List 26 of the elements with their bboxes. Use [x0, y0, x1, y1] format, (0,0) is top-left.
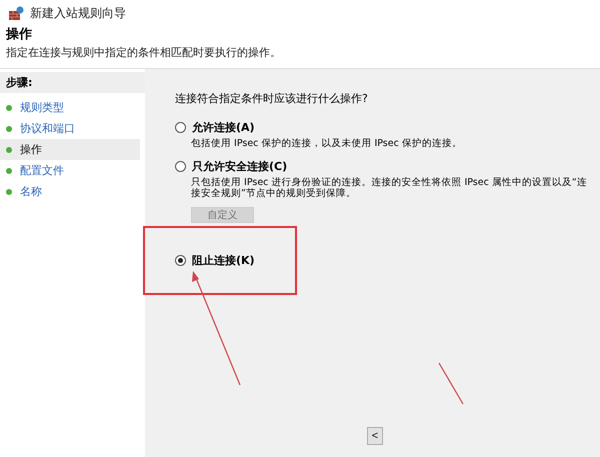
option-description: 只包括使用 IPsec 进行身份验证的连接。连接的安全性将依照 IPsec 属性中的设置以及“连接安全规则”节点中的规则受到保障。 [191, 177, 588, 199]
radio-button[interactable] [175, 255, 186, 266]
window-title: 新建入站规则向导 [30, 4, 126, 22]
option-label: 允许连接(A) [192, 120, 255, 135]
annotation-line [438, 362, 464, 404]
step-item[interactable]: 操作 [0, 139, 140, 160]
option-label: 阻止连接(K) [192, 253, 255, 268]
page-description: 指定在连接与规则中指定的条件相匹配时要执行的操作。 [6, 45, 282, 61]
option-description: 包括使用 IPsec 保护的连接，以及未使用 IPsec 保护的连接。 [191, 138, 463, 149]
bullet-icon [6, 168, 12, 174]
radio-button[interactable] [175, 161, 186, 172]
bullet-icon [6, 126, 12, 132]
step-item[interactable]: 名称 [0, 181, 140, 202]
question-text: 连接符合指定条件时应该进行什么操作? [175, 91, 369, 106]
page-heading: 操作 [6, 26, 33, 44]
option-label: 只允许安全连接(C) [192, 159, 288, 174]
steps-heading: 步骤: [0, 72, 145, 93]
step-item[interactable]: 协议和端口 [0, 118, 140, 139]
step-item[interactable]: 配置文件 [0, 160, 140, 181]
radio-button[interactable] [175, 122, 186, 133]
step-item[interactable]: 规则类型 [0, 97, 140, 118]
bullet-icon [6, 188, 12, 194]
firewall-icon [8, 5, 24, 21]
bullet-icon [6, 146, 12, 152]
back-button[interactable]: < [367, 427, 383, 445]
bullet-icon [6, 104, 12, 110]
